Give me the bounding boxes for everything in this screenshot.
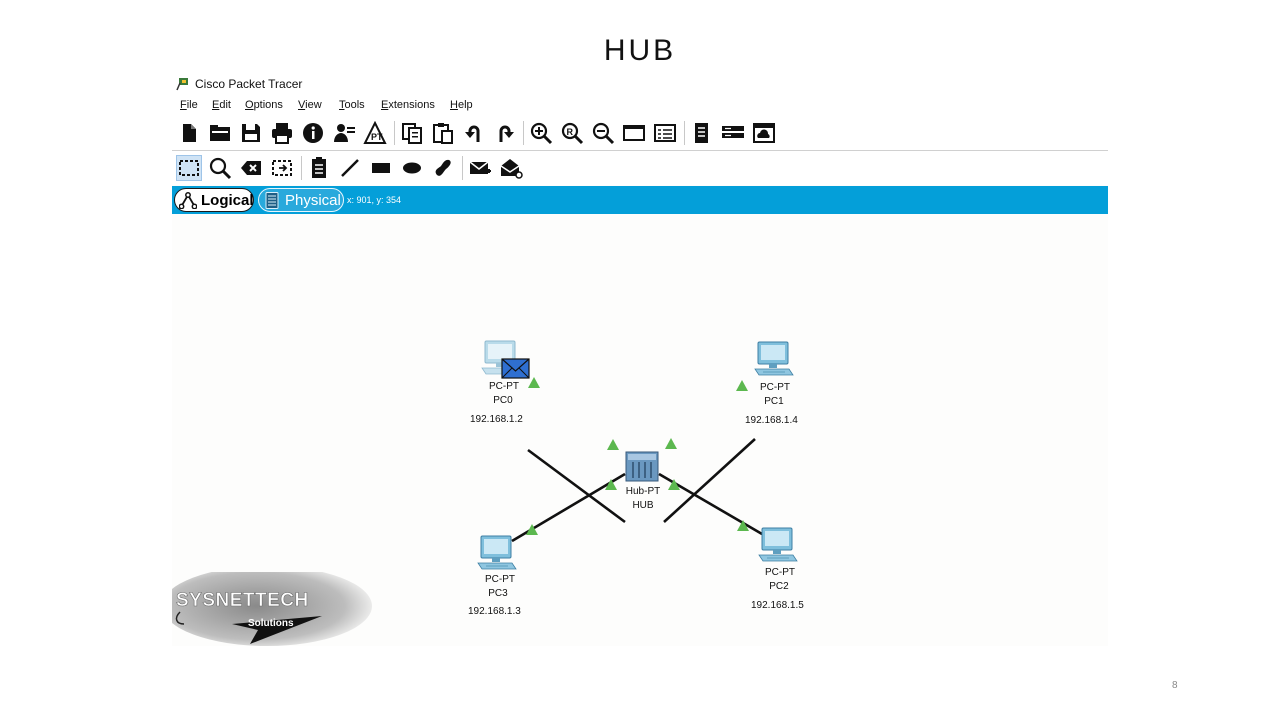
pc2-device[interactable]: PC-PT PC2 192.168.1.5 <box>751 527 804 611</box>
pc3-ip-label: 192.168.1.3 <box>468 606 521 617</box>
pc3-device[interactable]: PC-PT PC3 192.168.1.3 <box>468 535 521 617</box>
redo-icon[interactable] <box>493 121 517 145</box>
menu-label-rest: ools <box>344 99 365 111</box>
zoom-in-icon[interactable] <box>529 121 553 145</box>
menu-label-rest: elp <box>457 99 473 111</box>
hub-device[interactable]: Hub-PT HUB <box>625 451 660 511</box>
draw-rectangle-icon[interactable] <box>369 156 393 180</box>
svg-text:PT: PT <box>371 132 383 142</box>
pt-builder-icon[interactable]: PT <box>363 121 387 145</box>
hub-name-label: HUB <box>632 500 653 511</box>
link-light <box>665 438 677 449</box>
viewport-icon[interactable] <box>690 121 714 145</box>
tab-physical-label: Physical <box>285 192 341 209</box>
custom-device-dialog-icon[interactable] <box>653 121 677 145</box>
inspect-icon[interactable] <box>208 156 232 180</box>
menu-extensions[interactable]: Extensions <box>381 99 435 111</box>
add-simple-pdu-icon[interactable] <box>468 156 492 180</box>
draw-line-icon[interactable] <box>338 156 362 180</box>
paste-icon[interactable] <box>431 121 455 145</box>
physical-rack-icon <box>265 192 279 209</box>
menu-mnemonic: O <box>245 99 254 111</box>
cloud-icon[interactable] <box>752 121 776 145</box>
menu-tools[interactable]: Tools <box>339 99 365 111</box>
pc2-name-label: PC2 <box>769 581 789 592</box>
menu-edit[interactable]: Edit <box>212 99 231 111</box>
open-folder-icon[interactable] <box>208 121 232 145</box>
toolbar-separator <box>684 121 685 145</box>
menu-label-rest: ptions <box>253 99 283 111</box>
pc1-name-label: PC1 <box>764 396 784 407</box>
pc2-type-label: PC-PT <box>765 567 795 578</box>
menu-label-rest: ile <box>186 99 198 111</box>
svg-text:Solutions: Solutions <box>248 618 294 629</box>
copy-icon[interactable] <box>400 121 424 145</box>
link-light <box>736 380 748 391</box>
pc1-device[interactable]: PC-PT PC1 192.168.1.4 <box>745 341 798 426</box>
logical-topology-icon <box>179 192 197 209</box>
save-icon[interactable] <box>239 121 263 145</box>
menu-label-rest: iew <box>305 99 322 111</box>
delete-icon[interactable] <box>239 156 263 180</box>
menu-mnemonic: F <box>180 99 187 111</box>
zoom-out-icon[interactable] <box>591 121 615 145</box>
packet-tracer-window: Cisco Packet Tracer File Edit Options Vi… <box>172 72 1108 646</box>
menu-mnemonic: H <box>450 99 458 111</box>
packet-tracer-logo-icon <box>176 78 188 91</box>
menu-bar: File Edit Options View Tools Extensions … <box>172 96 1108 116</box>
pc3-name-label: PC3 <box>488 588 508 599</box>
slide-number: 8 <box>1172 680 1178 691</box>
zoom-reset-icon[interactable]: R <box>560 121 584 145</box>
pc0-type-label: PC-PT <box>489 381 519 392</box>
draw-ellipse-icon[interactable] <box>400 156 424 180</box>
cursor-coordinates: x: 901, y: 354 <box>347 195 402 205</box>
workspace-tab-bar: Logical Physical x: 901, y: 354 <box>172 186 1108 214</box>
pc0-ip-label: 192.168.1.2 <box>470 414 523 425</box>
add-complex-pdu-icon[interactable] <box>499 156 523 180</box>
tab-physical[interactable]: Physical <box>258 188 344 212</box>
drawing-palette-icon[interactable] <box>622 121 646 145</box>
pc0-device[interactable]: PC-PT PC0 192.168.1.2 <box>470 340 523 425</box>
slide-title: HUB <box>603 34 677 67</box>
pc0-name-label: PC0 <box>493 395 513 406</box>
menu-file[interactable]: File <box>180 99 198 111</box>
print-icon[interactable] <box>270 121 294 145</box>
link-light <box>607 439 619 450</box>
place-note-icon[interactable] <box>307 156 331 180</box>
menu-label-rest: dit <box>219 99 231 111</box>
pc1-ip-label: 192.168.1.4 <box>745 415 798 426</box>
info-icon[interactable] <box>301 121 325 145</box>
pc3-type-label: PC-PT <box>485 574 515 585</box>
tools-toolbar <box>172 151 1108 185</box>
pdu-envelope-icon[interactable] <box>501 358 530 379</box>
toolbar-separator <box>394 121 395 145</box>
link-light <box>528 377 540 388</box>
menu-view[interactable]: View <box>298 99 322 111</box>
toolbar-separator <box>301 156 302 180</box>
tab-logical-label: Logical <box>201 192 254 209</box>
select-icon[interactable] <box>176 155 202 181</box>
resize-shape-icon[interactable] <box>270 156 294 180</box>
svg-text:SYSNETTECH: SYSNETTECH <box>176 590 309 611</box>
main-toolbar: PT R <box>172 116 1108 151</box>
menu-options[interactable]: Options <box>245 99 283 111</box>
link-pc1-hub[interactable] <box>663 438 756 523</box>
menu-help[interactable]: Help <box>450 99 473 111</box>
device-list-icon[interactable] <box>721 121 745 145</box>
undo-icon[interactable] <box>462 121 486 145</box>
sysnettech-watermark-logo: SYSNETTECH Solutions <box>172 572 372 646</box>
pc1-type-label: PC-PT <box>760 382 790 393</box>
menu-label-rest: xtensions <box>388 99 435 111</box>
svg-text:R: R <box>567 127 574 137</box>
hub-type-label: Hub-PT <box>626 486 660 497</box>
toolbar-separator <box>462 156 463 180</box>
activity-wizard-icon[interactable] <box>332 121 356 145</box>
new-file-icon[interactable] <box>177 121 201 145</box>
window-title: Cisco Packet Tracer <box>195 77 303 91</box>
toolbar-separator <box>523 121 524 145</box>
title-bar: Cisco Packet Tracer <box>172 72 1108 96</box>
freeform-icon[interactable] <box>431 156 455 180</box>
pc2-ip-label: 192.168.1.5 <box>751 600 804 611</box>
tab-logical[interactable]: Logical <box>174 188 254 212</box>
